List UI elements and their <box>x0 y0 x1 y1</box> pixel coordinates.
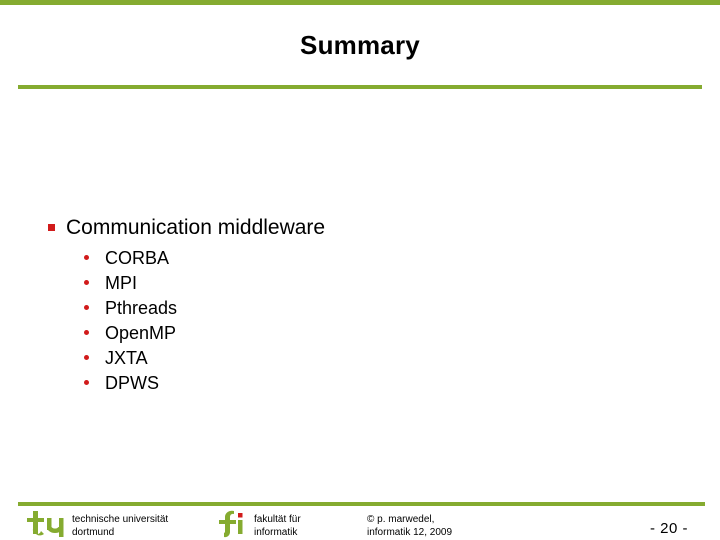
bullet-sublist: CORBA MPI Pthreads OpenMP JXTA DPWS <box>0 246 720 396</box>
dot-bullet-icon <box>84 355 89 360</box>
page-number: - 20 - <box>650 520 689 537</box>
university-branding: technische universität dortmund <box>26 510 168 539</box>
dot-bullet-icon <box>84 280 89 285</box>
bullet-item-level2: MPI <box>0 271 720 296</box>
slide-canvas: Summary Communication middleware CORBA M… <box>0 0 720 540</box>
slide-footer: technische universität dortmund fakultät… <box>0 508 720 540</box>
square-bullet-icon <box>48 224 55 231</box>
footer-divider <box>18 502 705 506</box>
university-name-line1: technische universität <box>72 514 169 525</box>
bullet-label: OpenMP <box>105 323 177 343</box>
title-divider <box>18 85 702 89</box>
dot-bullet-icon <box>84 305 89 310</box>
bullet-label: Pthreads <box>105 298 178 318</box>
university-name: technische universität dortmund <box>72 510 168 539</box>
copyright-line2: informatik 12, 2009 <box>367 527 453 538</box>
copyright-line1: © p. marwedel, <box>367 514 435 525</box>
bullet-item-level2: DPWS <box>0 371 720 396</box>
dot-bullet-icon <box>84 330 89 335</box>
slide-content: Communication middleware CORBA MPI Pthre… <box>0 214 720 396</box>
dot-bullet-icon <box>84 380 89 385</box>
bullet-label: Communication middleware <box>66 216 326 239</box>
bullet-label: CORBA <box>105 248 170 268</box>
bullet-label: DPWS <box>105 373 159 393</box>
fakultaet-informatik-logo <box>219 510 243 538</box>
bullet-item-level2: JXTA <box>0 346 720 371</box>
copyright-notice: © p. marwedel, informatik 12, 2009 <box>367 513 452 539</box>
university-name-line2: dortmund <box>72 527 115 538</box>
bullet-label: JXTA <box>105 348 148 368</box>
faculty-branding: fakultät für informatik <box>218 510 301 539</box>
faculty-name-line1: fakultät für <box>254 514 301 525</box>
faculty-name-line2: informatik <box>254 527 298 538</box>
page-title: Summary <box>300 30 420 60</box>
tu-dortmund-logo <box>27 511 64 537</box>
bullet-label: MPI <box>105 273 138 293</box>
bullet-item-level2: Pthreads <box>0 296 720 321</box>
bullet-item-level2: OpenMP <box>0 321 720 346</box>
dot-bullet-icon <box>84 255 89 260</box>
bullet-item-level1: Communication middleware <box>0 214 720 242</box>
top-accent-bar <box>0 0 720 5</box>
faculty-name: fakultät für informatik <box>254 510 301 539</box>
bullet-item-level2: CORBA <box>0 246 720 271</box>
fi-logo-red-dot <box>238 513 243 518</box>
